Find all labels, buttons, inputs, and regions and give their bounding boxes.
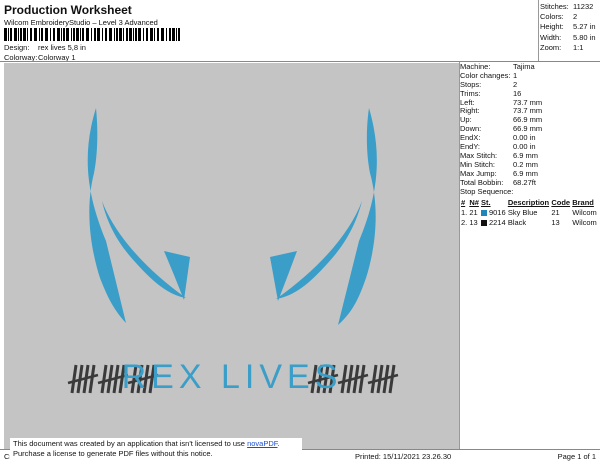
tally-mark	[370, 364, 378, 394]
needle-number: 21	[469, 207, 478, 217]
machine-info-row: Stops: 2	[460, 79, 600, 90]
tally-mark	[388, 364, 396, 394]
page-title: Production Worksheet	[4, 3, 132, 17]
stitch-count: 2214	[480, 217, 507, 227]
needle-number: 13	[469, 217, 478, 227]
info-value: 6.9 mm	[513, 168, 539, 178]
stop-sequence-title: Stop Sequence:	[460, 187, 514, 197]
left-horn	[87, 108, 186, 323]
stop-number: 2.	[461, 217, 468, 227]
machine-info-panel: Machine: Tajima Color changes: 1 Stops: 2 Trim…	[460, 62, 600, 227]
stop-sequence-table: # N# St. Description Code Brand 1. 21 9016…	[460, 198, 598, 227]
design-row: Design: rex lives 5,8 in	[4, 43, 86, 52]
info-value: 1	[513, 70, 518, 80]
embroidery-artwork: REX LIVES	[67, 108, 399, 396]
info-value: Tajima	[513, 62, 535, 71]
right-eye	[270, 251, 297, 301]
stat-row: Width: 5.80 in	[540, 32, 596, 42]
info-value: 0.00 in	[513, 142, 536, 152]
info-value: 68.27ft	[513, 177, 536, 187]
page-number: Page 1 of 1	[557, 452, 596, 461]
novapdf-link[interactable]: novaPDF	[247, 439, 277, 448]
info-value: 16	[513, 88, 522, 98]
license-notice: This document was created by an applicat…	[10, 438, 302, 461]
info-value: 0.2 mm	[513, 159, 539, 169]
info-value: 2	[513, 79, 518, 89]
tally-mark	[340, 364, 348, 394]
table-row: 2. 13 2214 Black 13 Wilcom	[460, 217, 598, 227]
color-code: 13	[551, 217, 560, 227]
design-text: REX LIVES	[122, 358, 343, 396]
stitch-count: 9016	[480, 207, 507, 217]
info-value: 66.9 mm	[513, 115, 543, 125]
header-rule	[0, 61, 600, 62]
right-horn	[276, 108, 377, 325]
color-code: 21	[551, 207, 560, 217]
color-swatch	[480, 219, 487, 226]
info-value: 0.00 in	[513, 133, 536, 143]
top-stats: Stitches: 11232 Colors: 2 Height: 5.27 in W…	[540, 2, 598, 53]
info-value: 73.7 mm	[513, 97, 543, 107]
software-subtitle: Wilcom EmbroideryStudio – Level 3 Advanc…	[4, 18, 158, 27]
notice-line-1: This document was created by an applicat…	[13, 439, 280, 448]
stop-number: 1.	[461, 207, 468, 217]
stat-row: Stitches: 11232	[540, 2, 594, 11]
notice-line-2: Purchase a license to generate PDF files…	[13, 449, 213, 458]
machine-info-row: Total Bobbin: 68.27ft	[460, 177, 600, 188]
info-value: 66.9 mm	[513, 124, 543, 134]
stat-row: Height: 5.27 in	[540, 22, 596, 32]
table-row: 1. 21 9016 Sky Blue 21 Wilcom	[460, 207, 598, 217]
color-description: Black	[507, 217, 527, 227]
thread-brand: Wilcom	[572, 217, 597, 227]
barcode	[4, 28, 180, 41]
machine-info-row: Color changes: 1	[460, 70, 600, 81]
color-swatch	[480, 209, 487, 216]
printed-timestamp: Printed: 15/11/2021 23.26.30	[355, 452, 452, 461]
stat-row: Colors: 2	[540, 12, 578, 22]
design-label: Design:	[4, 43, 30, 52]
info-value: 73.7 mm	[513, 106, 543, 116]
tally-mark	[100, 364, 108, 394]
table-header-row: # N# St. Description Code Brand	[461, 198, 594, 208]
tally-mark	[358, 364, 366, 394]
info-label: Total Bobbin:	[460, 177, 504, 187]
thread-brand: Wilcom	[572, 207, 597, 217]
design-value: rex lives 5,8 in	[38, 43, 86, 52]
tally-mark	[70, 364, 78, 394]
info-value: 6.9 mm	[513, 150, 539, 160]
stat-row: Zoom: 1:1	[540, 42, 584, 52]
tally-mark	[88, 364, 96, 394]
design-preview[interactable]: REX LIVES	[4, 63, 459, 449]
header-divider	[538, 0, 539, 61]
color-description: Sky Blue	[507, 207, 538, 217]
